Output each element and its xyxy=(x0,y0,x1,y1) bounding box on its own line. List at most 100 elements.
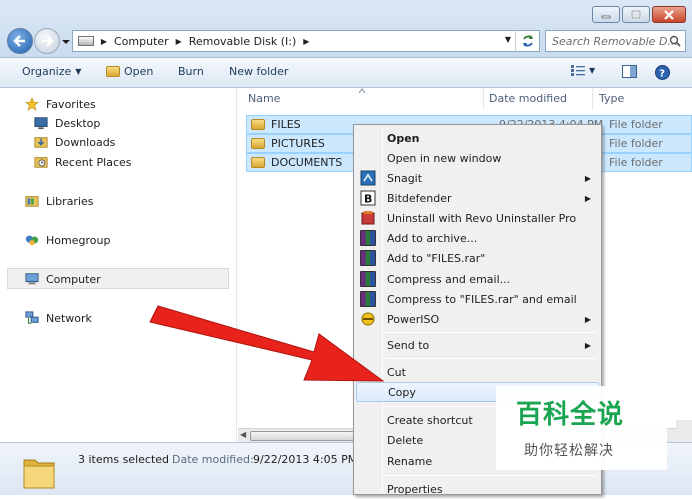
submenu-arrow-icon: ▶ xyxy=(584,173,591,183)
column-separator[interactable] xyxy=(483,88,484,110)
breadcrumb-removable-disk[interactable]: Removable Disk (I:) xyxy=(185,35,301,48)
nav-homegroup[interactable]: Homegroup xyxy=(24,233,110,247)
menu-item-bitdefender[interactable]: B Bitdefender ▶ xyxy=(356,188,599,208)
nav-libraries[interactable]: Libraries xyxy=(24,194,94,208)
snagit-icon xyxy=(360,170,376,186)
nav-network[interactable]: Network xyxy=(24,311,92,325)
breadcrumb-computer[interactable]: Computer xyxy=(110,35,173,48)
nav-recent-places-label: Recent Places xyxy=(55,155,132,169)
help-button[interactable]: ? xyxy=(655,65,670,80)
poweriso-icon xyxy=(361,312,375,326)
open-label: Open xyxy=(124,65,154,78)
scroll-left-icon[interactable]: ◀ xyxy=(240,430,246,439)
nav-downloads[interactable]: Downloads xyxy=(33,135,115,149)
open-button[interactable]: Open xyxy=(106,65,153,78)
nav-recent-places[interactable]: Recent Places xyxy=(33,155,132,169)
breadcrumb-chevron-icon[interactable]: ▶ xyxy=(173,37,185,46)
file-type: File folder xyxy=(609,137,663,150)
menu-separator xyxy=(385,358,597,359)
menu-item-open-new-window[interactable]: Open in new window xyxy=(356,148,599,168)
preview-pane-icon xyxy=(622,65,637,78)
chevron-down-icon: ▼ xyxy=(75,67,82,76)
burn-label: Burn xyxy=(178,65,204,78)
winrar-icon xyxy=(360,291,376,307)
menu-label: Open in new window xyxy=(387,151,502,165)
folder-icon xyxy=(251,157,265,168)
minimize-icon xyxy=(601,15,611,18)
close-button[interactable] xyxy=(652,6,686,23)
star-icon xyxy=(25,97,39,111)
breadcrumb: ▶ Computer ▶ Removable Disk (I:) ▶ xyxy=(98,35,312,48)
preview-pane-button[interactable] xyxy=(622,65,637,78)
nav-favorites-label: Favorites xyxy=(46,97,96,111)
column-separator[interactable] xyxy=(592,88,593,110)
menu-item-send-to[interactable]: Send to ▶ xyxy=(356,335,599,355)
breadcrumb-chevron-icon[interactable]: ▶ xyxy=(98,37,110,46)
minimize-button[interactable] xyxy=(592,6,620,23)
scrollbar-thumb[interactable] xyxy=(250,431,370,441)
column-header-name[interactable]: Name xyxy=(248,92,280,105)
title-bar: ▶ Computer ▶ Removable Disk (I:) ▶ ▼ Sea… xyxy=(0,0,692,58)
menu-label: Snagit xyxy=(387,171,423,185)
menu-item-poweriso[interactable]: PowerISO ▶ xyxy=(356,309,599,329)
nav-desktop[interactable]: Desktop xyxy=(33,116,100,130)
view-options-button[interactable]: ▼ xyxy=(571,65,595,76)
menu-separator xyxy=(385,475,597,476)
nav-computer[interactable]: Computer xyxy=(24,272,101,286)
winrar-icon xyxy=(360,250,376,266)
menu-item-compress-email[interactable]: Compress and email... xyxy=(356,269,599,289)
computer-icon xyxy=(25,273,39,285)
new-folder-label: New folder xyxy=(229,65,289,78)
nav-downloads-label: Downloads xyxy=(55,135,116,149)
nav-computer-label: Computer xyxy=(46,272,101,286)
menu-item-add-to-rar[interactable]: Add to "FILES.rar" xyxy=(356,248,599,268)
downloads-folder-icon xyxy=(34,137,48,148)
libraries-icon xyxy=(25,196,39,207)
menu-item-add-to-archive[interactable]: Add to archive... xyxy=(356,228,599,248)
menu-item-snagit[interactable]: Snagit ▶ xyxy=(356,168,599,188)
chevron-down-icon: ▼ xyxy=(589,66,596,75)
address-dropdown-icon[interactable]: ▼ xyxy=(505,35,511,44)
recent-pages-dropdown[interactable] xyxy=(61,37,71,47)
menu-label: Delete xyxy=(387,433,424,447)
command-bar: Organize ▼ Open Burn New folder ▼ ? xyxy=(0,58,692,88)
menu-item-open[interactable]: Open xyxy=(356,128,599,148)
winrar-icon xyxy=(360,230,376,246)
new-folder-button[interactable]: New folder xyxy=(229,65,288,78)
menu-label: PowerISO xyxy=(387,312,440,326)
submenu-arrow-icon: ▶ xyxy=(584,340,591,350)
breadcrumb-chevron-icon[interactable]: ▶ xyxy=(300,37,312,46)
menu-item-compress-rar-email[interactable]: Compress to "FILES.rar" and email xyxy=(356,289,599,309)
file-type: File folder xyxy=(609,156,663,169)
maximize-icon xyxy=(631,10,641,19)
watermark-title: 百科全说 xyxy=(516,400,625,430)
refresh-button[interactable] xyxy=(515,30,539,52)
svg-text:?: ? xyxy=(659,69,665,80)
organize-button[interactable]: Organize ▼ xyxy=(22,65,81,78)
menu-separator xyxy=(385,332,597,333)
column-header-date[interactable]: Date modified xyxy=(489,92,567,105)
search-placeholder: Search Removable D... xyxy=(552,34,678,48)
forward-button[interactable] xyxy=(34,28,60,54)
view-list-icon xyxy=(571,65,585,76)
nav-favorites[interactable]: Favorites xyxy=(24,97,96,111)
address-bar[interactable]: ▶ Computer ▶ Removable Disk (I:) ▶ ▼ xyxy=(72,30,540,52)
vertical-scrollbar[interactable] xyxy=(676,420,692,442)
nav-network-label: Network xyxy=(46,311,92,325)
menu-label: Compress to "FILES.rar" and email xyxy=(387,292,577,306)
maximize-button[interactable] xyxy=(622,6,650,23)
menu-item-properties[interactable]: Properties xyxy=(356,479,599,499)
search-input[interactable]: Search Removable D... xyxy=(545,30,686,52)
back-button[interactable] xyxy=(7,28,33,54)
winrar-icon xyxy=(360,271,376,287)
menu-label: Add to archive... xyxy=(387,231,478,245)
menu-label: Compress and email... xyxy=(387,272,511,286)
menu-item-cut[interactable]: Cut xyxy=(356,362,599,382)
menu-item-revo-uninstaller[interactable]: Uninstall with Revo Uninstaller Pro xyxy=(356,208,599,228)
submenu-arrow-icon: ▶ xyxy=(584,193,591,203)
column-header-type[interactable]: Type xyxy=(599,92,624,105)
search-icon[interactable] xyxy=(669,35,681,47)
menu-label: Cut xyxy=(387,365,406,379)
burn-button[interactable]: Burn xyxy=(178,65,204,78)
watermark-subtitle: 助你轻松解决 xyxy=(524,443,614,459)
